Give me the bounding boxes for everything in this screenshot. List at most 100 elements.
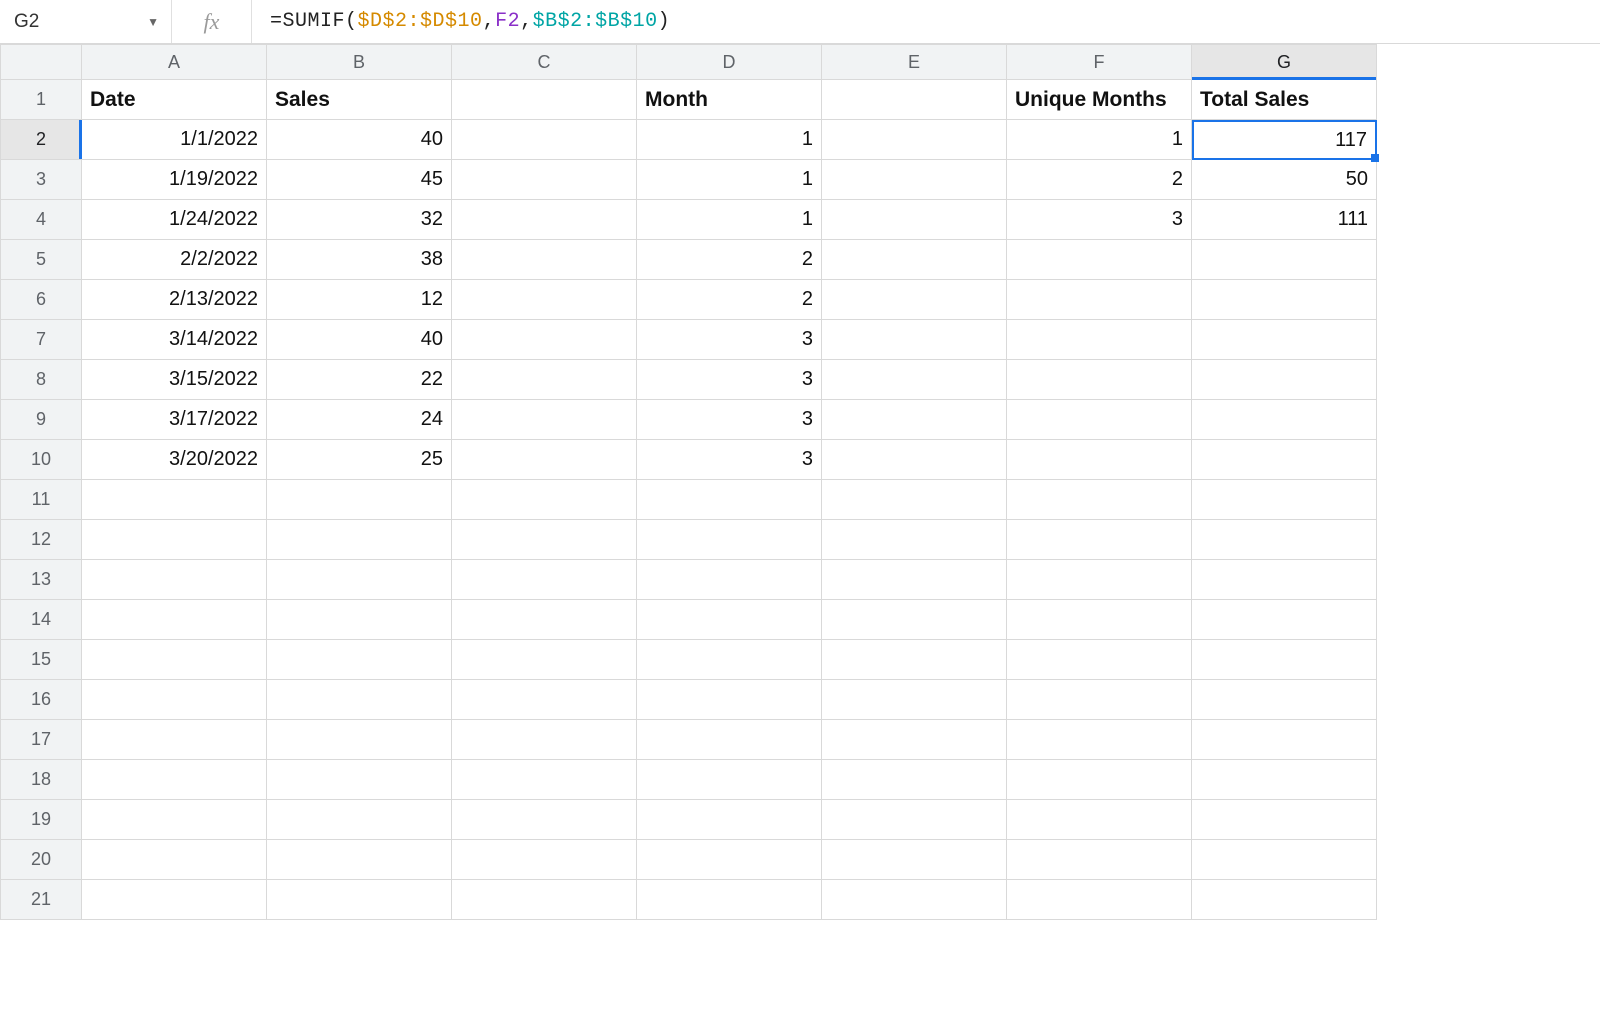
cell-C12[interactable] bbox=[452, 520, 637, 560]
row-header-20[interactable]: 20 bbox=[0, 840, 82, 880]
cell-F17[interactable] bbox=[1007, 720, 1192, 760]
cell-C14[interactable] bbox=[452, 600, 637, 640]
cell-G5[interactable] bbox=[1192, 240, 1377, 280]
cell-G8[interactable] bbox=[1192, 360, 1377, 400]
cell-C21[interactable] bbox=[452, 880, 637, 920]
cell-F3[interactable]: 2 bbox=[1007, 160, 1192, 200]
cell-D17[interactable] bbox=[637, 720, 822, 760]
row-header-16[interactable]: 16 bbox=[0, 680, 82, 720]
cell-E6[interactable] bbox=[822, 280, 1007, 320]
row-header-2[interactable]: 2 bbox=[0, 120, 82, 160]
cell-B1[interactable]: Sales bbox=[267, 80, 452, 120]
cell-G14[interactable] bbox=[1192, 600, 1377, 640]
cell-D15[interactable] bbox=[637, 640, 822, 680]
cell-A4[interactable]: 1/24/2022 bbox=[82, 200, 267, 240]
cell-B15[interactable] bbox=[267, 640, 452, 680]
cell-B9[interactable]: 24 bbox=[267, 400, 452, 440]
row-header-21[interactable]: 21 bbox=[0, 880, 82, 920]
cell-F13[interactable] bbox=[1007, 560, 1192, 600]
row-header-10[interactable]: 10 bbox=[0, 440, 82, 480]
cell-E10[interactable] bbox=[822, 440, 1007, 480]
cell-F4[interactable]: 3 bbox=[1007, 200, 1192, 240]
cell-F11[interactable] bbox=[1007, 480, 1192, 520]
cell-E18[interactable] bbox=[822, 760, 1007, 800]
cell-G17[interactable] bbox=[1192, 720, 1377, 760]
cell-E17[interactable] bbox=[822, 720, 1007, 760]
cell-G6[interactable] bbox=[1192, 280, 1377, 320]
cell-E3[interactable] bbox=[822, 160, 1007, 200]
cell-B14[interactable] bbox=[267, 600, 452, 640]
cell-C2[interactable] bbox=[452, 120, 637, 160]
row-header-7[interactable]: 7 bbox=[0, 320, 82, 360]
cell-B5[interactable]: 38 bbox=[267, 240, 452, 280]
cell-F21[interactable] bbox=[1007, 880, 1192, 920]
cell-D13[interactable] bbox=[637, 560, 822, 600]
cell-D2[interactable]: 1 bbox=[637, 120, 822, 160]
cell-B2[interactable]: 40 bbox=[267, 120, 452, 160]
cell-B12[interactable] bbox=[267, 520, 452, 560]
row-header-19[interactable]: 19 bbox=[0, 800, 82, 840]
cell-A7[interactable]: 3/14/2022 bbox=[82, 320, 267, 360]
cell-G19[interactable] bbox=[1192, 800, 1377, 840]
cell-E7[interactable] bbox=[822, 320, 1007, 360]
cell-F16[interactable] bbox=[1007, 680, 1192, 720]
cell-E15[interactable] bbox=[822, 640, 1007, 680]
cell-B21[interactable] bbox=[267, 880, 452, 920]
cell-C10[interactable] bbox=[452, 440, 637, 480]
cell-G1[interactable]: Total Sales bbox=[1192, 80, 1377, 120]
cell-E2[interactable] bbox=[822, 120, 1007, 160]
cell-A21[interactable] bbox=[82, 880, 267, 920]
cell-B16[interactable] bbox=[267, 680, 452, 720]
cell-B11[interactable] bbox=[267, 480, 452, 520]
cell-A15[interactable] bbox=[82, 640, 267, 680]
cell-G21[interactable] bbox=[1192, 880, 1377, 920]
row-header-11[interactable]: 11 bbox=[0, 480, 82, 520]
cell-F5[interactable] bbox=[1007, 240, 1192, 280]
cell-C13[interactable] bbox=[452, 560, 637, 600]
cell-G4[interactable]: 111 bbox=[1192, 200, 1377, 240]
cell-F19[interactable] bbox=[1007, 800, 1192, 840]
cell-A16[interactable] bbox=[82, 680, 267, 720]
cell-E11[interactable] bbox=[822, 480, 1007, 520]
cell-F12[interactable] bbox=[1007, 520, 1192, 560]
cell-C7[interactable] bbox=[452, 320, 637, 360]
cell-G10[interactable] bbox=[1192, 440, 1377, 480]
column-header-A[interactable]: A bbox=[82, 44, 267, 80]
cell-D3[interactable]: 1 bbox=[637, 160, 822, 200]
cell-F15[interactable] bbox=[1007, 640, 1192, 680]
cell-D16[interactable] bbox=[637, 680, 822, 720]
cell-C8[interactable] bbox=[452, 360, 637, 400]
cell-F2[interactable]: 1 bbox=[1007, 120, 1192, 160]
cell-G2[interactable]: 117 bbox=[1192, 120, 1377, 160]
cell-C20[interactable] bbox=[452, 840, 637, 880]
row-header-12[interactable]: 12 bbox=[0, 520, 82, 560]
cell-C18[interactable] bbox=[452, 760, 637, 800]
cell-D10[interactable]: 3 bbox=[637, 440, 822, 480]
cell-B3[interactable]: 45 bbox=[267, 160, 452, 200]
cell-C6[interactable] bbox=[452, 280, 637, 320]
row-header-4[interactable]: 4 bbox=[0, 200, 82, 240]
cell-B7[interactable]: 40 bbox=[267, 320, 452, 360]
cell-A8[interactable]: 3/15/2022 bbox=[82, 360, 267, 400]
cell-G20[interactable] bbox=[1192, 840, 1377, 880]
cell-G7[interactable] bbox=[1192, 320, 1377, 360]
cell-E8[interactable] bbox=[822, 360, 1007, 400]
cell-A14[interactable] bbox=[82, 600, 267, 640]
cell-E13[interactable] bbox=[822, 560, 1007, 600]
row-header-15[interactable]: 15 bbox=[0, 640, 82, 680]
cell-E12[interactable] bbox=[822, 520, 1007, 560]
cell-F9[interactable] bbox=[1007, 400, 1192, 440]
cell-D1[interactable]: Month bbox=[637, 80, 822, 120]
cell-B17[interactable] bbox=[267, 720, 452, 760]
column-header-D[interactable]: D bbox=[637, 44, 822, 80]
cell-F1[interactable]: Unique Months bbox=[1007, 80, 1192, 120]
cell-D4[interactable]: 1 bbox=[637, 200, 822, 240]
cell-E21[interactable] bbox=[822, 880, 1007, 920]
cell-A5[interactable]: 2/2/2022 bbox=[82, 240, 267, 280]
cell-A17[interactable] bbox=[82, 720, 267, 760]
cell-C15[interactable] bbox=[452, 640, 637, 680]
cell-A1[interactable]: Date bbox=[82, 80, 267, 120]
cell-C19[interactable] bbox=[452, 800, 637, 840]
cell-C17[interactable] bbox=[452, 720, 637, 760]
cell-F8[interactable] bbox=[1007, 360, 1192, 400]
